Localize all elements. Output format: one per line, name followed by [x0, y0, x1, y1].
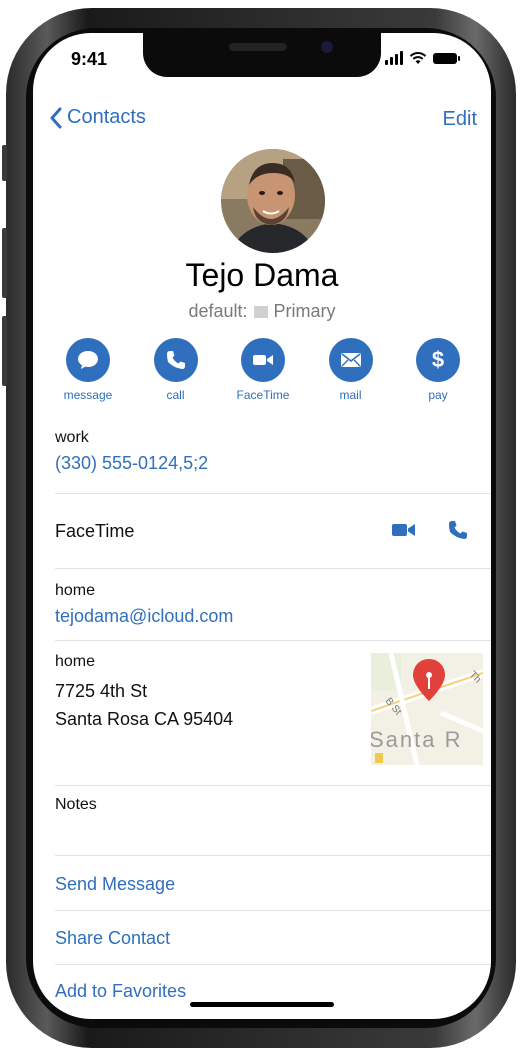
mail-action-label: mail [339, 388, 362, 402]
back-label: Contacts [67, 106, 146, 128]
phone-number[interactable]: (330) 555-0124,5;2 [55, 453, 491, 474]
facetime-action-button[interactable]: FaceTime [223, 338, 303, 402]
quick-actions: message call FaceTime mail $ pay [48, 338, 478, 402]
email-row[interactable]: home tejodama@icloud.com [55, 582, 491, 627]
status-time: 9:41 [71, 49, 108, 69]
address-row[interactable]: home 7725 4th St Santa Rosa CA 95404 [55, 653, 355, 733]
phone-row[interactable]: work (330) 555-0124,5;2 [55, 429, 491, 474]
envelope-icon [328, 338, 373, 382]
chevron-left-icon [50, 107, 62, 128]
facetime-video-icon[interactable] [391, 521, 417, 539]
map-graphic: B St Th Santa R [371, 653, 483, 765]
notes-label: Notes [55, 796, 97, 813]
speaker-grille [229, 43, 287, 51]
account-label: default: [188, 301, 248, 321]
phone-icon [153, 338, 198, 382]
volume-up-button [2, 228, 7, 298]
divider [55, 964, 491, 965]
divider [55, 568, 491, 569]
pay-action-label: pay [428, 388, 448, 402]
address-map-thumbnail[interactable]: B St Th Santa R [371, 653, 483, 765]
status-icons [385, 51, 460, 65]
volume-down-button [2, 316, 7, 386]
back-button[interactable]: Contacts [49, 106, 146, 129]
screen: 9:41 Contacts Edit Tejo Dama default: Pr… [33, 33, 491, 1019]
signal-icon [385, 51, 403, 65]
phone-label: work [55, 429, 89, 446]
account-name: Primary [273, 301, 336, 321]
facetime-audio-icon[interactable] [447, 519, 469, 541]
wifi-icon [409, 52, 427, 64]
call-action-button[interactable]: call [136, 338, 216, 402]
message-action-label: message [63, 388, 113, 402]
message-bubble-icon [66, 338, 110, 382]
facetime-actions [391, 519, 469, 541]
divider [55, 785, 491, 786]
share-contact-link[interactable]: Share Contact [55, 928, 170, 949]
facetime-action-label: FaceTime [236, 388, 290, 402]
dollar-icon: $ [416, 338, 460, 382]
email-address[interactable]: tejodama@icloud.com [55, 606, 491, 627]
send-message-link[interactable]: Send Message [55, 874, 175, 895]
divider [55, 855, 491, 856]
address-line1: 7725 4th St [55, 681, 148, 701]
default-account: default: Primary [33, 301, 491, 322]
account-swatch [253, 305, 268, 318]
address-label: home [55, 653, 96, 670]
notes-row[interactable]: Notes [55, 796, 491, 814]
divider [55, 640, 491, 641]
contact-avatar [221, 149, 325, 253]
edit-button[interactable]: Edit [443, 108, 477, 131]
home-indicator[interactable] [190, 1002, 334, 1007]
contact-name: Tejo Dama [185, 257, 339, 293]
call-action-label: call [166, 388, 185, 402]
pay-action-button[interactable]: $ pay [398, 338, 478, 402]
notch [143, 33, 381, 77]
map-city-label: Santa R [371, 727, 463, 752]
video-camera-icon [241, 338, 285, 382]
message-action-button[interactable]: message [48, 338, 128, 402]
front-camera [321, 41, 333, 53]
battery-icon [433, 52, 460, 64]
address-line2: Santa Rosa CA 95404 [55, 709, 234, 729]
divider [55, 493, 491, 494]
add-to-favorites-link[interactable]: Add to Favorites [55, 981, 186, 1002]
email-label: home [55, 582, 96, 599]
mail-action-button[interactable]: mail [311, 338, 391, 402]
divider [55, 910, 491, 911]
mute-switch [2, 145, 7, 181]
